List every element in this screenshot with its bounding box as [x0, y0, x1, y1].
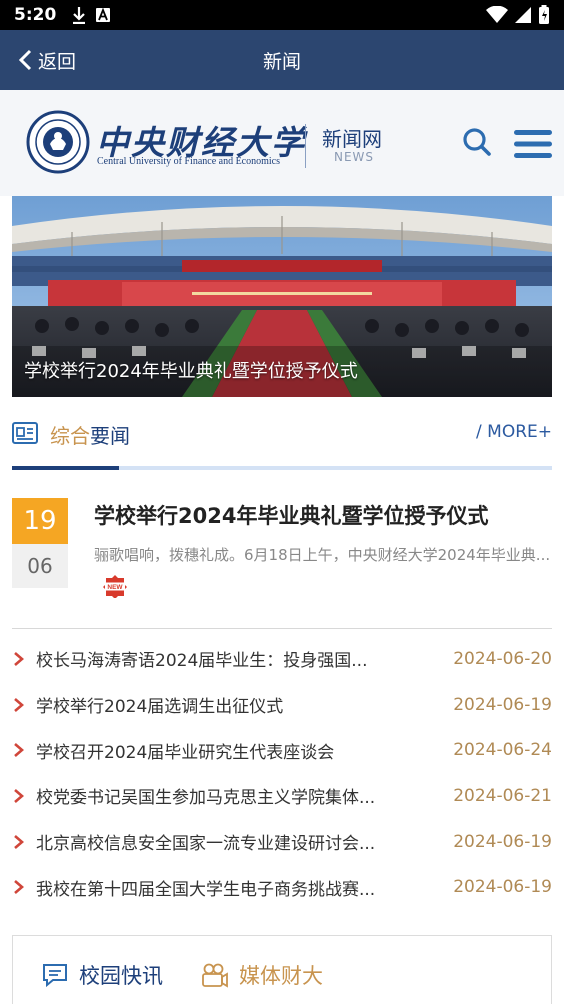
- wifi-icon: [486, 6, 508, 23]
- tab-media[interactable]: 媒体财大: [201, 960, 323, 990]
- site-name: 新闻网: [322, 127, 382, 151]
- list-item-title: 学校举行2024届选调生出征仪式: [36, 697, 284, 718]
- featured-title[interactable]: 学校举行2024年毕业典礼暨学位授予仪式: [94, 500, 488, 530]
- list-item-title: 校党委书记吴国生参加马克思主义学院集体...: [36, 788, 376, 809]
- list-item[interactable]: 学校举行2024届选调生出征仪式 2024-06-19: [12, 682, 552, 728]
- download-icon: [73, 7, 86, 24]
- back-label: 返回: [38, 50, 77, 73]
- banner-caption: 学校举行2024年毕业典礼暨学位授予仪式: [24, 361, 358, 382]
- list-item[interactable]: 校党委书记吴国生参加马克思主义学院集体... 2024-06-21: [12, 773, 552, 819]
- chevron-right-icon: [14, 880, 24, 895]
- status-bar: 5:20: [0, 0, 564, 30]
- tab-campus-label: 校园快讯: [79, 964, 163, 988]
- logo-divider: [305, 124, 306, 168]
- site-sub: NEWS: [334, 150, 375, 164]
- battery-icon: [539, 5, 549, 24]
- list-item-date: 2024-06-19: [453, 831, 552, 852]
- news-icon: [12, 422, 38, 444]
- featured-article[interactable]: 19 06 学校举行2024年毕业典礼暨学位授予仪式 骊歌唱响，拨穗礼成。6月1…: [12, 498, 552, 608]
- date-day: 19: [12, 498, 68, 544]
- list-item-title: 北京高校信息安全国家一流专业建设研讨会...: [36, 834, 376, 855]
- section-header: 综合要闻 / MORE+: [12, 410, 552, 472]
- date-block: 19 06: [12, 498, 68, 588]
- more-link[interactable]: / MORE+: [476, 422, 552, 442]
- signal-icon: [515, 7, 531, 23]
- section-underline-active: [12, 466, 119, 470]
- tab-campus-news[interactable]: 校园快讯: [41, 960, 163, 990]
- chevron-right-icon: [14, 697, 24, 712]
- list-item-title: 校长马海涛寄语2024届毕业生：投身强国...: [36, 651, 368, 672]
- new-badge-icon: NEW: [103, 574, 127, 598]
- section-title-rest: 要闻: [90, 424, 130, 448]
- list-item-date: 2024-06-20: [453, 648, 552, 669]
- banner-slide[interactable]: 学校举行2024年毕业典礼暨学位授予仪式: [12, 196, 552, 397]
- list-item[interactable]: 校长马海涛寄语2024届毕业生：投身强国... 2024-06-20: [12, 636, 552, 682]
- svg-text:NEW: NEW: [107, 584, 123, 591]
- featured-summary: 骊歌唱响，拨穗礼成。6月18日上午，中央财经大学2024年毕业典... NEW: [94, 540, 552, 600]
- chevron-right-icon: [14, 788, 24, 803]
- news-list: 校长马海涛寄语2024届毕业生：投身强国... 2024-06-20 学校举行2…: [12, 636, 552, 910]
- date-month: 06: [12, 544, 68, 588]
- chevron-right-icon: [14, 743, 24, 758]
- status-time: 5:20: [14, 5, 57, 25]
- app-a-icon: [96, 7, 111, 22]
- list-item[interactable]: 学校召开2024届毕业研究生代表座谈会 2024-06-24: [12, 727, 552, 773]
- section-title[interactable]: 综合要闻: [50, 420, 130, 449]
- chevron-right-icon: [14, 834, 24, 849]
- university-seal-logo: [26, 110, 90, 174]
- chevron-left-icon: [18, 49, 32, 71]
- section-title-highlight: 综合: [50, 424, 90, 448]
- nav-title: 新闻: [262, 50, 301, 73]
- search-icon[interactable]: [462, 127, 492, 157]
- list-divider: [12, 628, 552, 629]
- list-item[interactable]: 北京高校信息安全国家一流专业建设研讨会... 2024-06-19: [12, 819, 552, 865]
- list-item-date: 2024-06-19: [453, 694, 552, 715]
- logo-text-en: Central University of Finance and Econom…: [97, 156, 281, 167]
- list-item-title: 我校在第十四届全国大学生电子商务挑战赛...: [36, 879, 376, 900]
- list-item[interactable]: 我校在第十四届全国大学生电子商务挑战赛... 2024-06-19: [12, 864, 552, 910]
- featured-summary-text: 骊歌唱响，拨穗礼成。6月18日上午，中央财经大学2024年毕业典...: [94, 546, 551, 564]
- back-button[interactable]: 返回: [18, 30, 76, 90]
- list-item-date: 2024-06-19: [453, 877, 552, 898]
- nav-bar: 返回 新闻: [0, 30, 564, 90]
- list-item-date: 2024-06-24: [453, 740, 552, 761]
- site-header: 中央财经大学 Central University of Finance and…: [0, 90, 564, 196]
- chevron-right-icon: [14, 651, 24, 666]
- list-item-date: 2024-06-21: [453, 785, 552, 806]
- menu-icon[interactable]: [514, 128, 552, 160]
- chat-bubble-icon: [43, 964, 67, 988]
- video-camera-icon: [202, 963, 228, 988]
- list-item-title: 学校召开2024届毕业研究生代表座谈会: [36, 742, 335, 763]
- tab-media-label: 媒体财大: [239, 964, 323, 988]
- bottom-tab-card: 校园快讯 媒体财大: [12, 935, 552, 1004]
